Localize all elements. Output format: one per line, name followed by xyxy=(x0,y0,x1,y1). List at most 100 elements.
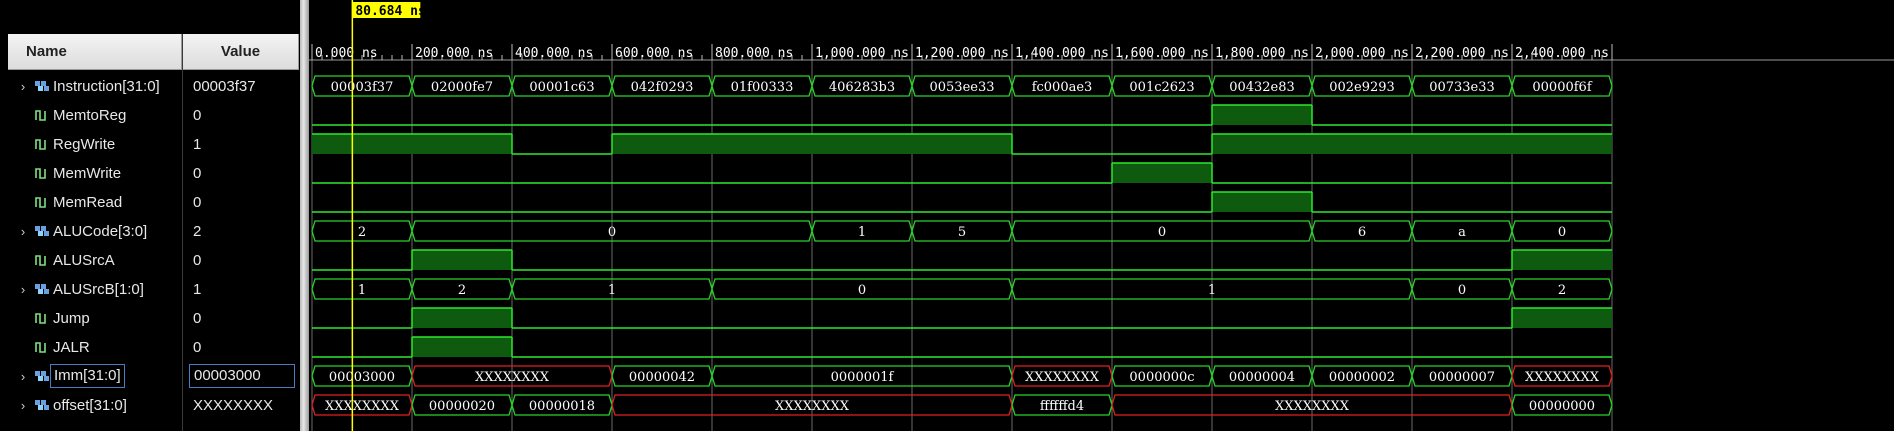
bit-high-fill xyxy=(1512,308,1612,328)
logic-bit-icon xyxy=(34,137,50,151)
signal-row[interactable]: JALR 0 xyxy=(0,333,300,362)
logic-bit-icon xyxy=(34,253,50,267)
logic-bit-icon xyxy=(34,166,50,180)
logic-bit-icon xyxy=(34,108,50,122)
bit-high-fill xyxy=(312,134,512,154)
waveform-panel[interactable]: 0.000 ns 200.000 ns 400.000 ns 600.000 ns 80… xyxy=(309,0,1894,431)
signal-row[interactable]: Jump 0 xyxy=(0,304,300,333)
time-tick-label: 2,000.000 ns xyxy=(1315,46,1409,61)
signal-name[interactable]: offset[31:0] xyxy=(53,391,127,420)
signal-name[interactable]: Instruction[31:0] xyxy=(53,72,160,101)
bit-high-fill xyxy=(1112,163,1212,183)
time-tick-label: 1,400.000 ns xyxy=(1015,46,1109,61)
bus-segment-label: ffffffd4 xyxy=(1040,399,1084,414)
signal-name[interactable]: MemWrite xyxy=(53,159,121,188)
time-tick-label: 2,200.000 ns xyxy=(1415,46,1509,61)
bus-segment-label: 00000042 xyxy=(629,370,695,385)
cursor-time-label: 80.684 ns xyxy=(355,4,425,19)
bus-segment-label: 00000f6f xyxy=(1532,80,1592,95)
signal-value: 0 xyxy=(193,252,202,269)
value-column-header[interactable]: Value xyxy=(183,34,299,70)
bit-high-fill xyxy=(1212,134,1612,154)
bus-segment-label: 2 xyxy=(458,283,466,298)
bus-segment-label: 0 xyxy=(608,225,616,240)
signal-name[interactable]: Jump xyxy=(53,304,90,333)
signal-name[interactable]: ALUSrcB[1:0] xyxy=(53,275,144,304)
time-tick-label: 800.000 ns xyxy=(715,46,793,61)
bit-high-fill xyxy=(412,308,512,328)
signal-row[interactable]: MemtoReg 0 xyxy=(0,101,300,130)
bus-segment-label: a xyxy=(1458,225,1466,240)
bus-segment-label: 0000000c xyxy=(1129,370,1194,385)
logic-bit-icon xyxy=(34,340,50,354)
signal-name[interactable]: MemtoReg xyxy=(53,101,126,130)
signal-row[interactable]: › Imm[31:0] 00003000 xyxy=(0,362,300,391)
signal-value: 0 xyxy=(193,194,202,211)
bit-high-fill xyxy=(412,337,512,357)
bus-segment-label: 1 xyxy=(1208,283,1216,298)
signal-row[interactable]: › offset[31:0] XXXXXXXX xyxy=(0,391,300,420)
bus-segment-label: 0053ee33 xyxy=(929,80,994,95)
logic-bit-icon xyxy=(34,195,50,209)
chevron-right-icon[interactable]: › xyxy=(16,217,30,246)
time-tick-label: 400.000 ns xyxy=(515,46,593,61)
time-tick-label: 1,200.000 ns xyxy=(915,46,1009,61)
chevron-right-icon[interactable]: › xyxy=(16,362,30,391)
bus-segment-label: 0 xyxy=(1158,225,1166,240)
signal-name[interactable]: Imm[31:0] xyxy=(50,364,125,388)
bus-segment-label: 0 xyxy=(1558,225,1566,240)
bus-segment-label: 00003000 xyxy=(329,370,395,385)
waveform-canvas[interactable]: 0.000 ns 200.000 ns 400.000 ns 600.000 ns 80… xyxy=(309,0,1894,431)
time-tick-label: 200.000 ns xyxy=(415,46,493,61)
signal-row[interactable]: › Instruction[31:0] 00003f37 xyxy=(0,72,300,101)
bit-high-fill xyxy=(412,250,512,270)
signal-value: 0 xyxy=(193,310,202,327)
bus-segment-label: 042f0293 xyxy=(631,80,694,95)
signal-name[interactable]: ALUSrcA xyxy=(53,246,115,275)
bus-segment-label: XXXXXXXX xyxy=(1275,399,1350,414)
bus-segment-label: 5 xyxy=(958,225,966,240)
signal-row[interactable]: RegWrite 1 xyxy=(0,130,300,159)
bus-segment-label: 00000004 xyxy=(1229,370,1295,385)
bus-segment-label: 002e9293 xyxy=(1329,80,1395,95)
chevron-right-icon[interactable]: › xyxy=(16,391,30,420)
bus-segment-label: 00003f37 xyxy=(331,80,394,95)
pane-splitter[interactable] xyxy=(300,0,309,431)
bus-segment-label: XXXXXXXX xyxy=(775,399,850,414)
signal-row[interactable]: MemRead 0 xyxy=(0,188,300,217)
signal-name[interactable]: JALR xyxy=(53,333,90,362)
bus-segment-label: fc000ae3 xyxy=(1032,80,1093,95)
signal-value: 0 xyxy=(193,165,202,182)
signal-row[interactable]: › ALUCode[3:0] 2 xyxy=(0,217,300,246)
time-tick-label: 1,000.000 ns xyxy=(815,46,909,61)
bus-segment-label: 1 xyxy=(358,283,366,298)
bus-segment-label: 2 xyxy=(1558,283,1566,298)
signal-name[interactable]: MemRead xyxy=(53,188,122,217)
bus-segment-label: 00000002 xyxy=(1329,370,1395,385)
bus-segment-label: 00001c63 xyxy=(529,80,594,95)
bus-segment-label: 02000fe7 xyxy=(431,80,493,95)
signal-value: 1 xyxy=(193,281,202,298)
bit-high-fill xyxy=(1212,192,1312,212)
bus-segment-label: 1 xyxy=(608,283,616,298)
bus-segment-label: 6 xyxy=(1358,225,1366,240)
signal-name[interactable]: RegWrite xyxy=(53,130,115,159)
signal-row[interactable]: MemWrite 0 xyxy=(0,159,300,188)
signal-row[interactable]: ALUSrcA 0 xyxy=(0,246,300,275)
signal-value: 00003f37 xyxy=(193,78,256,95)
bus-vector-icon xyxy=(34,224,50,238)
bus-vector-icon xyxy=(34,369,50,383)
bus-segment-label: 00733e33 xyxy=(1429,80,1495,95)
chevron-right-icon[interactable]: › xyxy=(16,72,30,101)
signal-value: XXXXXXXX xyxy=(193,397,274,414)
bus-segment-label: XXXXXXXX xyxy=(325,399,400,414)
bus-segment-label: XXXXXXXX xyxy=(1525,370,1600,385)
bus-vector-icon xyxy=(34,282,50,296)
signal-name[interactable]: ALUCode[3:0] xyxy=(53,217,147,246)
name-column-header[interactable]: Name xyxy=(8,34,182,70)
bit-high-fill xyxy=(612,134,1012,154)
chevron-right-icon[interactable]: › xyxy=(16,275,30,304)
time-tick-label: 600.000 ns xyxy=(615,46,693,61)
signal-row[interactable]: › ALUSrcB[1:0] 1 xyxy=(0,275,300,304)
signal-name-panel: Name Value › Instruction[31:0] 00003f37 Mem… xyxy=(0,0,300,431)
